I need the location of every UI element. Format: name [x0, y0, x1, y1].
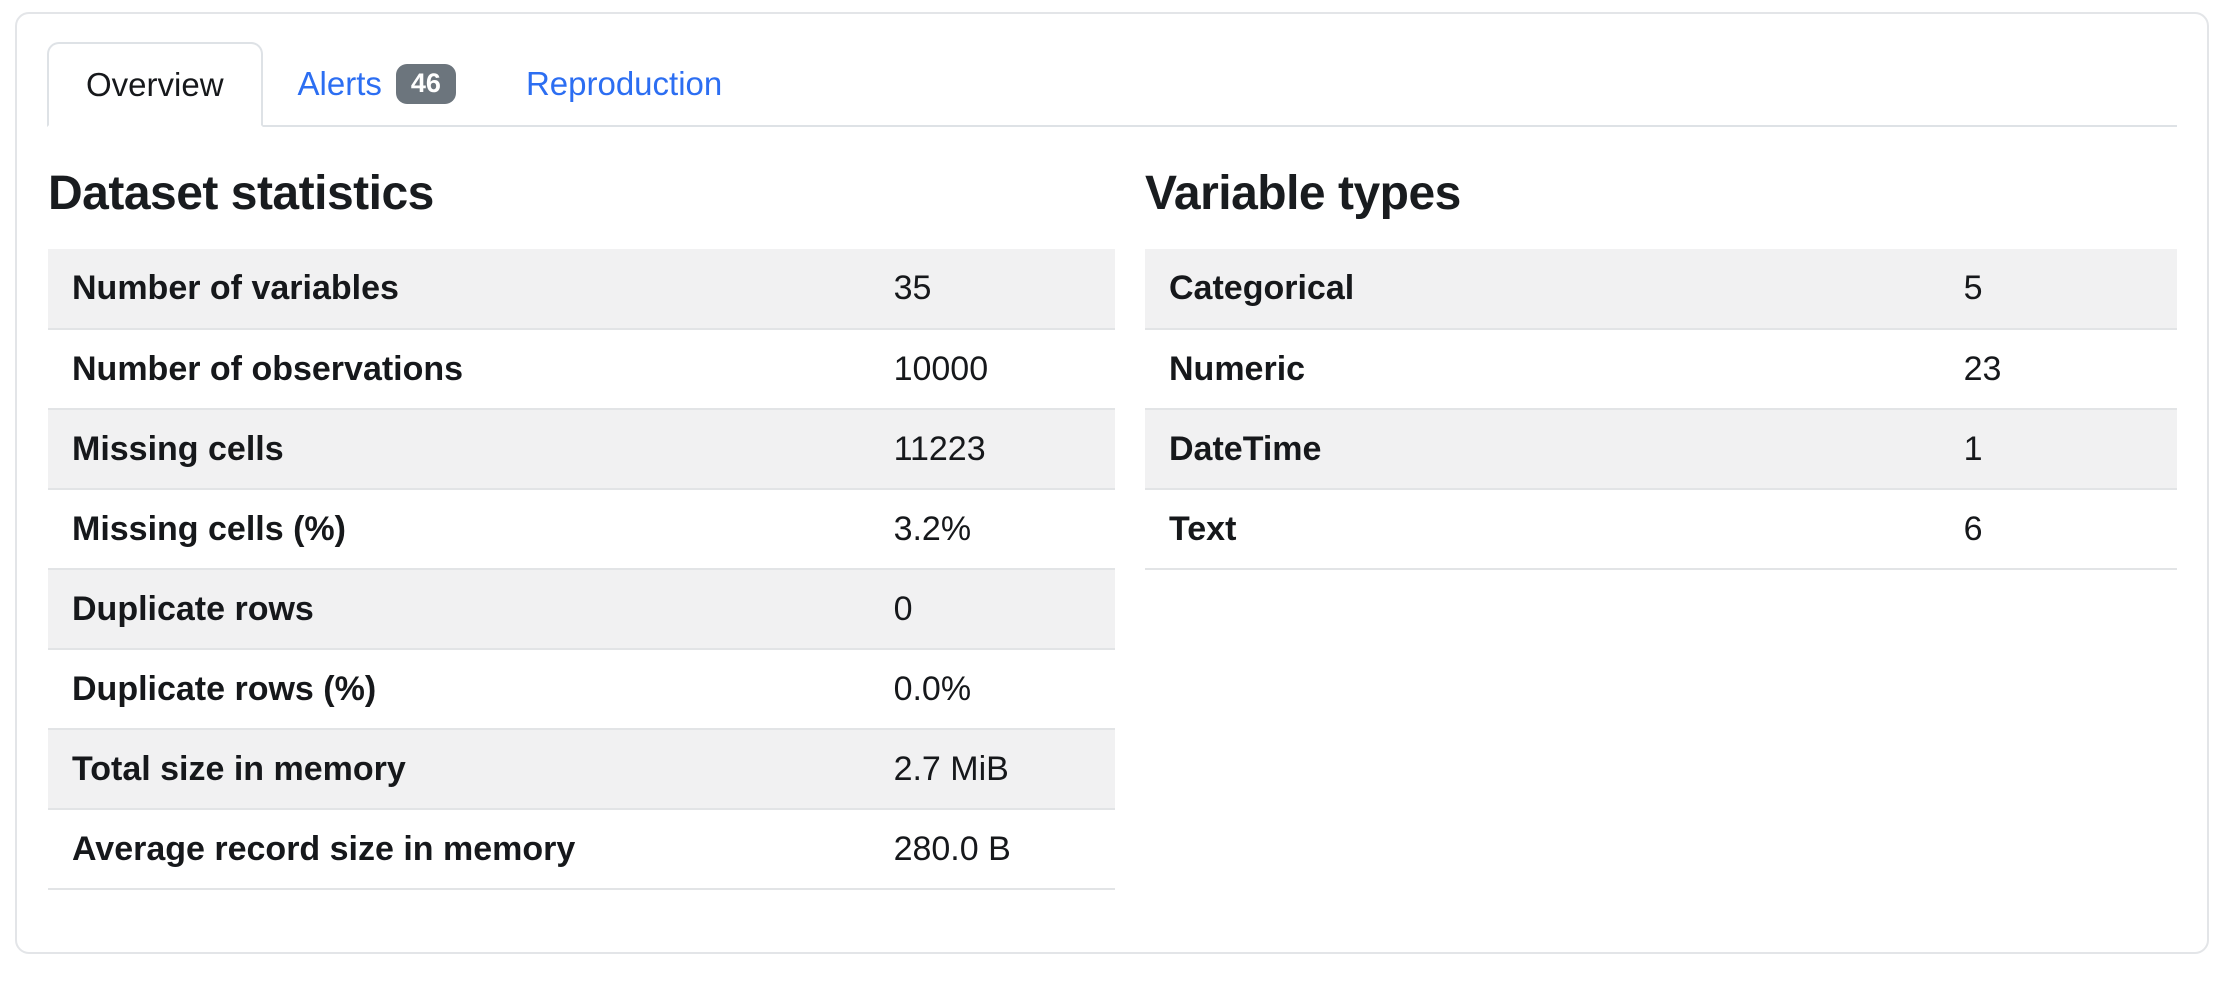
- tab-bar: Overview Alerts 46 Reproduction: [47, 42, 2177, 127]
- stat-label: Duplicate rows (%): [48, 649, 870, 729]
- table-row: Text6: [1145, 489, 2177, 569]
- stat-value: 23: [1940, 329, 2177, 409]
- stat-value: 11223: [870, 409, 1115, 489]
- dataset-statistics-title: Dataset statistics: [48, 165, 1115, 223]
- table-row: Total size in memory2.7 MiB: [48, 729, 1115, 809]
- table-row: DateTime1: [1145, 409, 2177, 489]
- table-row: Missing cells (%)3.2%: [48, 489, 1115, 569]
- stat-value: 2.7 MiB: [870, 729, 1115, 809]
- stat-value: 6: [1940, 489, 2177, 569]
- stat-label: Missing cells: [48, 409, 870, 489]
- stat-label: Missing cells (%): [48, 489, 870, 569]
- stat-value: 280.0 B: [870, 809, 1115, 889]
- tab-reproduction-label: Reproduction: [526, 65, 722, 103]
- stat-label: DateTime: [1145, 409, 1940, 489]
- stat-label: Average record size in memory: [48, 809, 870, 889]
- overview-content: Dataset statistics Number of variables35…: [48, 165, 2177, 890]
- tab-overview-label: Overview: [86, 66, 224, 104]
- dataset-statistics-section: Dataset statistics Number of variables35…: [48, 165, 1115, 890]
- table-row: Duplicate rows0: [48, 569, 1115, 649]
- stat-label: Numeric: [1145, 329, 1940, 409]
- table-row: Duplicate rows (%)0.0%: [48, 649, 1115, 729]
- dataset-statistics-table: Number of variables35Number of observati…: [48, 249, 1115, 890]
- stat-label: Number of variables: [48, 249, 870, 329]
- stat-value: 1: [1940, 409, 2177, 489]
- table-row: Missing cells11223: [48, 409, 1115, 489]
- table-row: Number of variables35: [48, 249, 1115, 329]
- stat-value: 0.0%: [870, 649, 1115, 729]
- stat-value: 35: [870, 249, 1115, 329]
- table-row: Average record size in memory280.0 B: [48, 809, 1115, 889]
- tab-overview[interactable]: Overview: [47, 42, 263, 127]
- stat-label: Total size in memory: [48, 729, 870, 809]
- table-row: Numeric23: [1145, 329, 2177, 409]
- stat-label: Duplicate rows: [48, 569, 870, 649]
- stat-value: 3.2%: [870, 489, 1115, 569]
- stat-label: Categorical: [1145, 249, 1940, 329]
- variable-types-table: Categorical5Numeric23DateTime1Text6: [1145, 249, 2177, 570]
- table-row: Number of observations10000: [48, 329, 1115, 409]
- tab-alerts[interactable]: Alerts 46: [263, 42, 491, 125]
- tab-reproduction[interactable]: Reproduction: [491, 42, 757, 125]
- stat-value: 0: [870, 569, 1115, 649]
- alerts-count-badge: 46: [396, 64, 456, 104]
- stat-value: 10000: [870, 329, 1115, 409]
- stat-label: Text: [1145, 489, 1940, 569]
- tab-alerts-label: Alerts: [298, 65, 382, 103]
- stat-label: Number of observations: [48, 329, 870, 409]
- stat-value: 5: [1940, 249, 2177, 329]
- overview-card: Overview Alerts 46 Reproduction Dataset …: [15, 12, 2209, 954]
- variable-types-section: Variable types Categorical5Numeric23Date…: [1145, 165, 2177, 890]
- variable-types-title: Variable types: [1145, 165, 2177, 223]
- table-row: Categorical5: [1145, 249, 2177, 329]
